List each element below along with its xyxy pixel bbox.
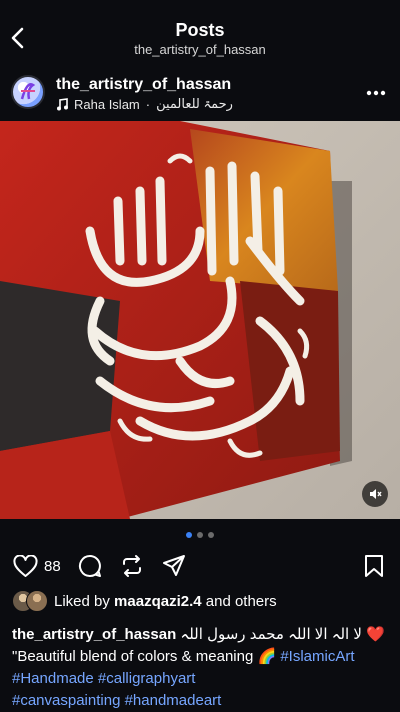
hashtag-link[interactable]: #calligraphyart — [98, 670, 196, 687]
page-title: Posts — [175, 20, 225, 40]
post-image[interactable] — [0, 121, 400, 519]
mute-icon — [370, 489, 382, 499]
calligraphy-painting — [0, 121, 400, 519]
heart-emoji: ❤️ — [366, 626, 385, 643]
more-options-button[interactable] — [364, 84, 388, 102]
hashtag-link[interactable]: #Handmade — [12, 670, 94, 687]
carousel-dot-1 — [186, 532, 192, 538]
caption-arabic: لا الہ الا اللہ محمد رسول اللہ — [180, 626, 362, 643]
comment-button[interactable] — [78, 554, 102, 578]
avatar — [26, 590, 48, 612]
rainbow-emoji: 🌈 — [257, 648, 277, 665]
avatar[interactable] — [11, 75, 45, 109]
music-track: رحمۃ للعالمین — [156, 96, 233, 111]
like-button[interactable]: 88 — [13, 554, 61, 578]
share-icon — [163, 555, 185, 576]
caption-line-4: #canvaspainting #handmadeart — [12, 690, 390, 712]
caption-line-3: #Handmade #calligraphyart — [12, 668, 390, 690]
share-button[interactable] — [162, 554, 186, 578]
hashtag-link[interactable]: #canvaspainting — [12, 692, 120, 709]
liked-by-user[interactable]: maazqazi2.4 — [114, 593, 202, 610]
comment-icon — [78, 554, 101, 577]
carousel-indicator — [0, 532, 400, 538]
caption-text: "Beautiful blend of colors & meaning — [12, 648, 254, 665]
save-button[interactable] — [364, 554, 384, 578]
post-caption: the_artistry_of_hassan لا الہ الا اللہ م… — [12, 624, 390, 712]
post-header: the_artistry_of_hassan Raha Islam · رحمۃ… — [0, 64, 400, 120]
page-subtitle[interactable]: the_artistry_of_hassan — [0, 42, 400, 57]
liked-by-row[interactable]: Liked by maazqazi2.4 and others — [12, 590, 277, 612]
carousel-dot-3 — [208, 532, 214, 538]
mute-button[interactable] — [362, 481, 388, 507]
hashtag-link[interactable]: #IslamicArt — [280, 648, 354, 665]
post-username[interactable]: the_artistry_of_hassan — [56, 76, 231, 94]
music-attribution[interactable]: Raha Islam · رحمۃ للعالمین — [56, 96, 233, 112]
heart-icon — [13, 554, 38, 577]
music-separator: · — [145, 96, 151, 112]
like-count[interactable]: 88 — [44, 558, 61, 575]
hashtag-link[interactable]: #handmadeart — [125, 692, 222, 709]
repost-button[interactable] — [120, 554, 144, 578]
caption-line-1: the_artistry_of_hassan لا الہ الا اللہ م… — [12, 624, 390, 646]
caption-line-2: "Beautiful blend of colors & meaning 🌈 #… — [12, 646, 390, 668]
top-bar: Posts the_artistry_of_hassan — [0, 0, 400, 62]
more-icon — [366, 90, 386, 96]
liked-by-prefix: Liked by — [54, 592, 110, 610]
liker-avatars — [12, 590, 50, 612]
caption-username[interactable]: the_artistry_of_hassan — [12, 626, 176, 643]
repost-icon — [123, 555, 141, 577]
carousel-dot-2 — [197, 532, 203, 538]
music-note-icon — [57, 97, 68, 110]
action-bar: 88 — [0, 550, 400, 582]
music-artist: Raha Islam — [74, 96, 140, 112]
bookmark-icon — [365, 555, 383, 577]
liked-by-suffix: and others — [205, 592, 277, 610]
